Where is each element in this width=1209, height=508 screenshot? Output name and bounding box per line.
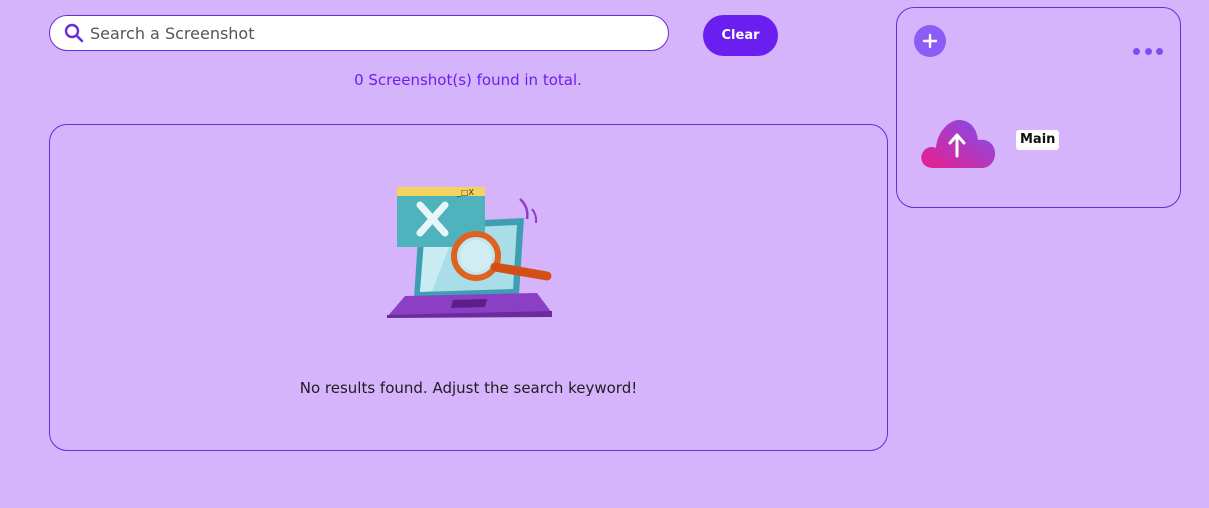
album-card: Main <box>896 7 1181 208</box>
clear-button[interactable]: Clear <box>703 15 778 56</box>
search-icon <box>63 22 85 44</box>
ellipsis-icon[interactable] <box>1133 44 1163 58</box>
search-box[interactable] <box>49 15 669 51</box>
album-label[interactable]: Main <box>1016 130 1060 150</box>
results-panel: _□X No results found. Adjust the search … <box>49 124 888 451</box>
search-input[interactable] <box>90 23 650 43</box>
plus-icon[interactable] <box>914 25 946 57</box>
empty-message: No results found. Adjust the search keyw… <box>299 379 638 397</box>
cloud-upload-icon[interactable] <box>919 118 997 170</box>
results-count: 0 Screenshot(s) found in total. <box>354 71 582 89</box>
laptop-magnifier-no-results-icon: _□X <box>387 183 557 323</box>
svg-text:_□X: _□X <box>456 188 475 197</box>
